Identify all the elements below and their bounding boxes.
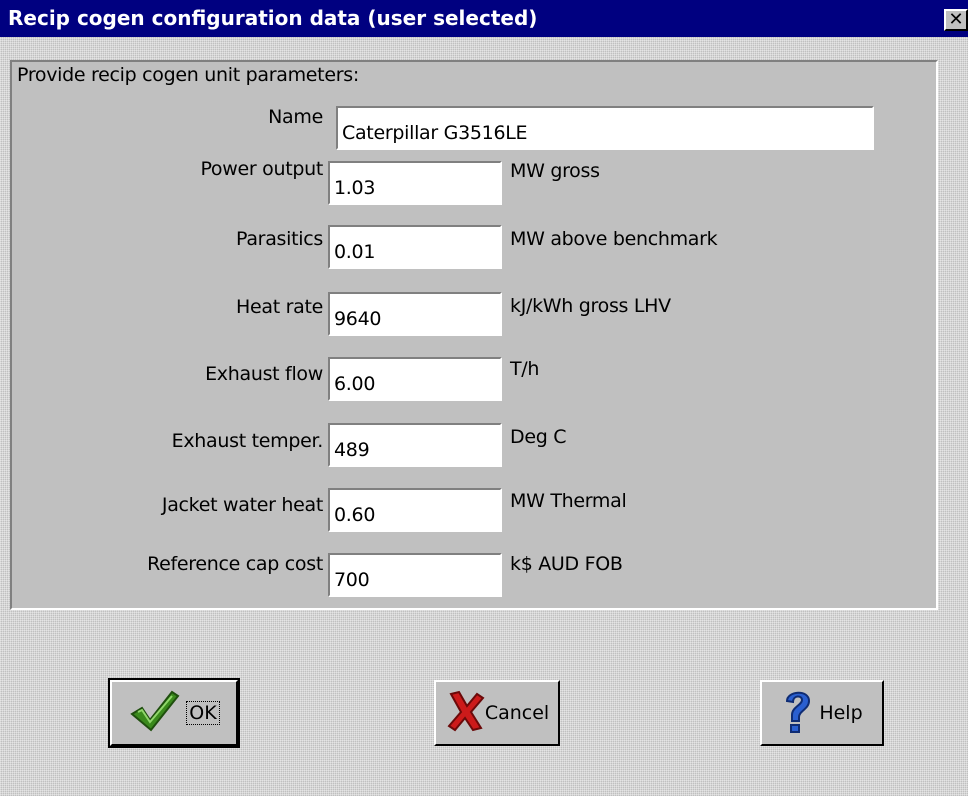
question-mark-icon [781, 687, 815, 740]
close-icon: ✕ [948, 9, 964, 30]
exhaust-temper-unit: Deg C [510, 426, 567, 448]
panel-header: Provide recip cogen unit parameters: [17, 64, 359, 86]
exhaust-flow-input[interactable] [328, 357, 502, 401]
reference-cap-cost-input[interactable] [328, 553, 502, 597]
help-label: Help [819, 702, 863, 724]
close-button[interactable]: ✕ [944, 9, 968, 31]
red-x-icon [445, 688, 485, 739]
reference-cap-cost-label: Reference cap cost [147, 553, 323, 575]
cancel-button[interactable]: Cancel [434, 680, 560, 746]
heat-rate-unit: kJ/kWh gross LHV [510, 295, 671, 317]
name-input[interactable] [336, 106, 874, 150]
reference-cap-cost-unit: k$ AUD FOB [510, 553, 623, 575]
parasitics-label: Parasitics [236, 228, 323, 250]
exhaust-flow-label: Exhaust flow [205, 363, 323, 385]
name-label: Name [268, 106, 323, 128]
help-button[interactable]: Help [760, 680, 884, 746]
jacket-water-heat-label: Jacket water heat [161, 494, 323, 516]
power-output-input[interactable] [328, 161, 502, 205]
checkmark-icon [128, 688, 182, 739]
parasitics-input[interactable] [328, 225, 502, 269]
jacket-water-heat-input[interactable] [328, 488, 502, 532]
window-title: Recip cogen configuration data (user sel… [8, 6, 538, 30]
heat-rate-input[interactable] [328, 292, 502, 336]
parasitics-unit: MW above benchmark [510, 228, 718, 250]
exhaust-flow-unit: T/h [510, 358, 540, 380]
cancel-label: Cancel [484, 702, 550, 724]
jacket-water-heat-unit: MW Thermal [510, 490, 627, 512]
exhaust-temper-input[interactable] [328, 423, 502, 467]
heat-rate-label: Heat rate [235, 296, 323, 318]
ok-button[interactable]: OK [108, 678, 240, 748]
ok-label: OK [186, 701, 220, 725]
power-output-label: Power output [200, 158, 323, 180]
title-bar: Recip cogen configuration data (user sel… [0, 0, 968, 37]
power-output-unit: MW gross [510, 160, 600, 182]
exhaust-temper-label: Exhaust temper. [171, 430, 324, 452]
